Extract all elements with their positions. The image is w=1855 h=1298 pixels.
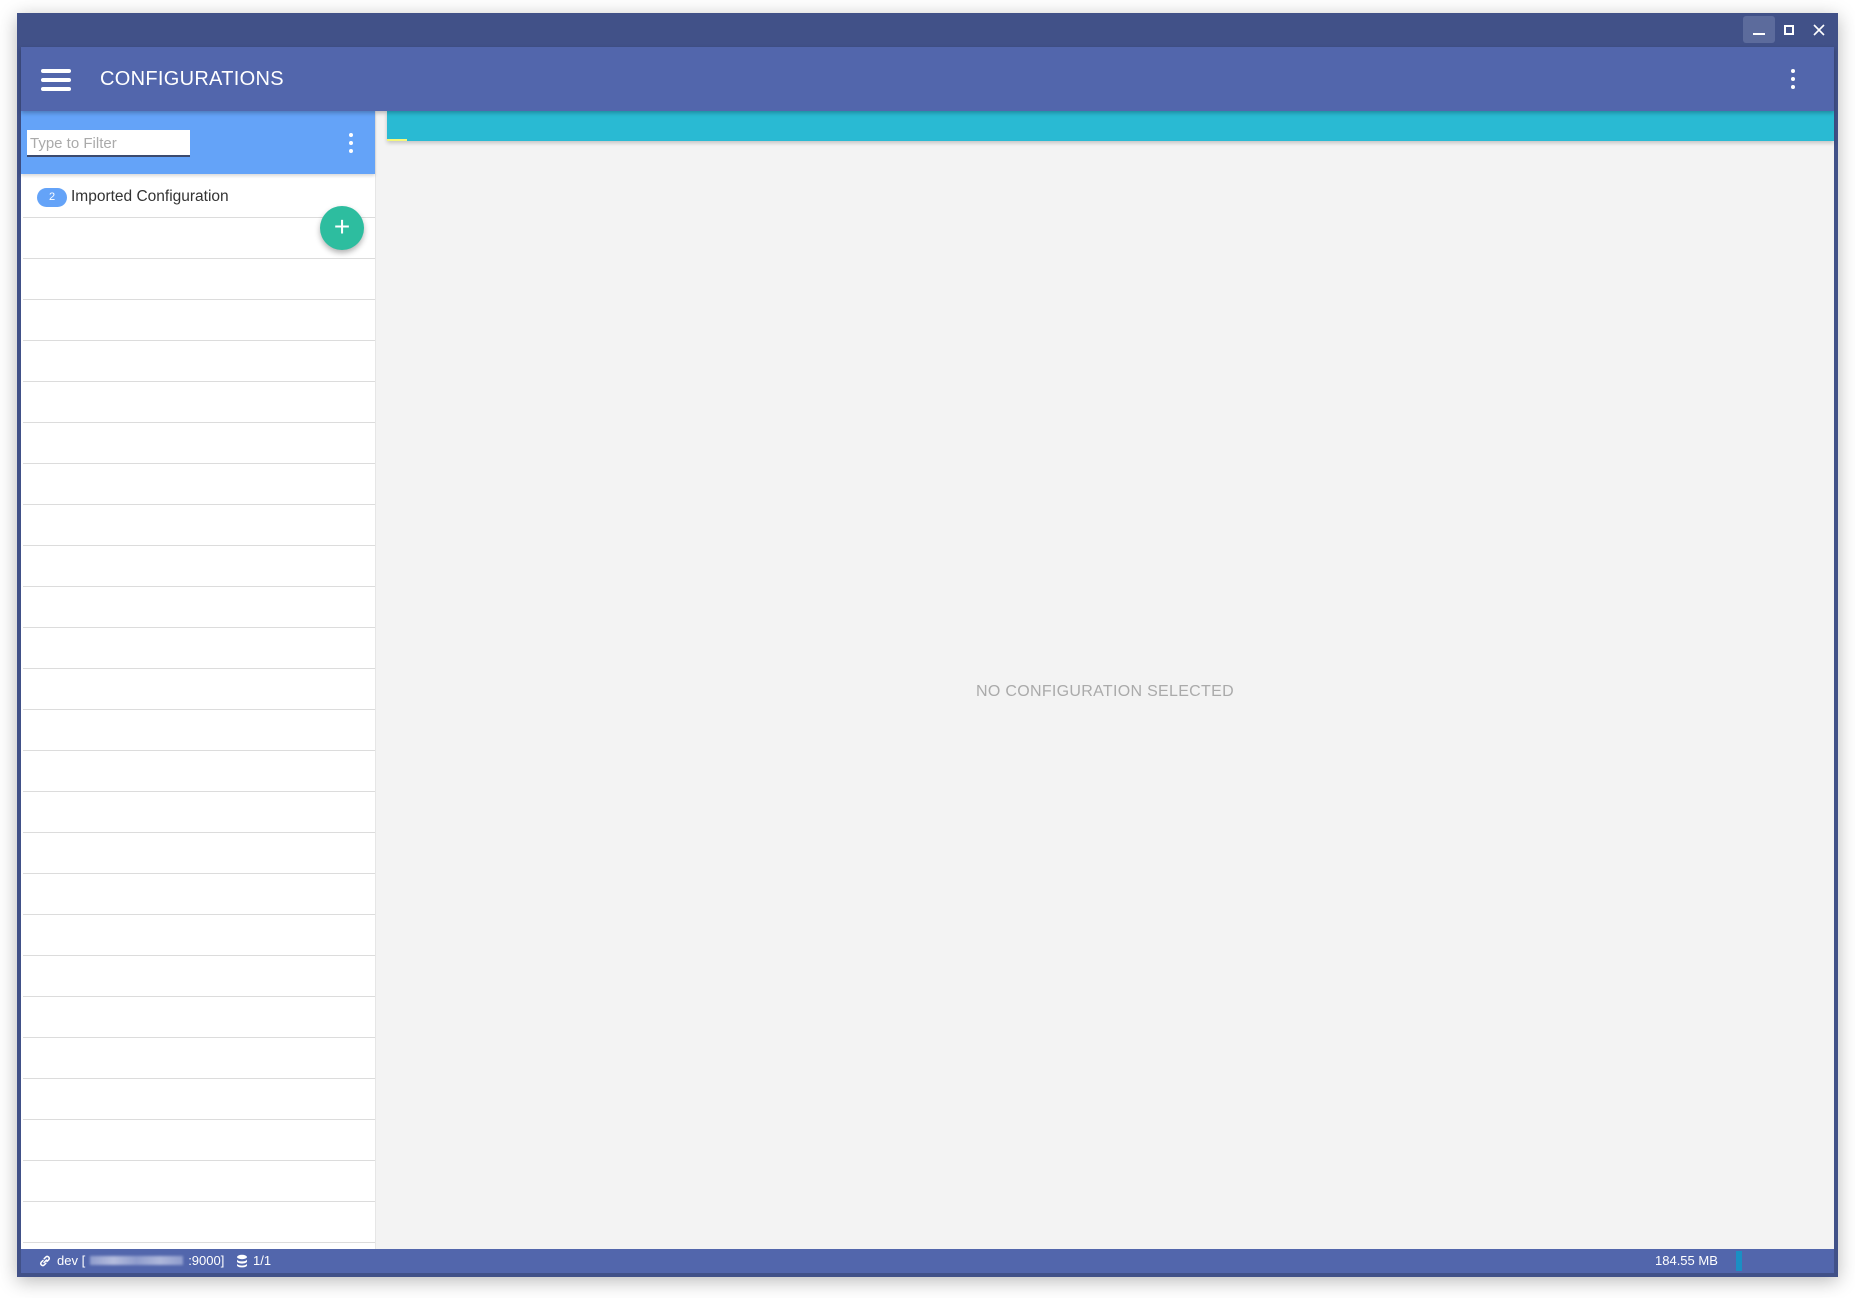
- content-toolbar: [387, 111, 1834, 141]
- empty-list-row: [23, 751, 375, 792]
- connection-status[interactable]: dev [ :9000]: [38, 1253, 224, 1268]
- empty-list-row: [23, 1120, 375, 1161]
- empty-list-row: [23, 997, 375, 1038]
- empty-list-row: [23, 505, 375, 546]
- memory-usage: 184.55 MB: [1655, 1253, 1718, 1268]
- maximize-button[interactable]: [1773, 16, 1805, 43]
- maximize-icon: [1784, 24, 1794, 35]
- minimize-button[interactable]: [1743, 16, 1775, 43]
- app-bar: CONFIGURATIONS: [21, 47, 1834, 111]
- list-item[interactable]: 2 Imported Configuration: [23, 177, 375, 218]
- sidebar-header: [21, 111, 375, 174]
- configuration-list: 2 Imported Configuration: [21, 177, 375, 1243]
- redacted-host: [90, 1256, 184, 1265]
- empty-list-row: [23, 382, 375, 423]
- status-bar: dev [ :9000] 1/1 184.55 MB: [21, 1249, 1834, 1273]
- connection-prefix: dev [: [57, 1253, 86, 1268]
- tab-indicator: [387, 139, 407, 141]
- empty-list-row: [23, 833, 375, 874]
- filter-input[interactable]: [27, 130, 190, 157]
- close-icon: [1813, 23, 1825, 36]
- empty-list-row: [23, 956, 375, 997]
- empty-list-row: [23, 1038, 375, 1079]
- empty-list-row: [23, 300, 375, 341]
- empty-list-row: [23, 874, 375, 915]
- main-content: NO CONFIGURATION SELECTED: [376, 111, 1834, 1249]
- empty-list-row: [23, 587, 375, 628]
- hamburger-menu-icon[interactable]: [41, 69, 71, 92]
- empty-list-row: [23, 792, 375, 833]
- plus-icon: +: [333, 211, 351, 242]
- empty-list-row: [23, 628, 375, 669]
- more-vertical-icon[interactable]: [1790, 69, 1796, 89]
- empty-list-row: [23, 423, 375, 464]
- minimize-icon: [1753, 33, 1765, 35]
- empty-list-row: [23, 669, 375, 710]
- empty-list-row: [23, 1161, 375, 1202]
- sidebar-more-icon[interactable]: [348, 133, 354, 153]
- empty-list-row: [23, 464, 375, 505]
- list-item-label: Imported Configuration: [71, 188, 229, 205]
- empty-list-row: [23, 1202, 375, 1243]
- page-title: CONFIGURATIONS: [100, 68, 284, 90]
- empty-list-row: [23, 915, 375, 956]
- database-count: 1/1: [253, 1253, 272, 1268]
- empty-list-row: [23, 341, 375, 382]
- add-configuration-button[interactable]: +: [320, 206, 364, 250]
- database-icon: [237, 1254, 247, 1267]
- empty-list-row: [23, 1079, 375, 1120]
- empty-state-message: NO CONFIGURATION SELECTED: [976, 683, 1234, 700]
- connection-suffix: :9000]: [188, 1253, 225, 1268]
- memory-usage-bar: [1736, 1251, 1742, 1271]
- empty-list-row: [23, 546, 375, 587]
- app-window: CONFIGURATIONS 2 Imported Configuration …: [17, 13, 1838, 1277]
- title-bar: [17, 13, 1838, 47]
- empty-list-row: [23, 259, 375, 300]
- link-icon: [40, 1255, 50, 1266]
- empty-list-row: [23, 710, 375, 751]
- configurations-sidebar: 2 Imported Configuration +: [21, 111, 376, 1249]
- count-badge: 2: [37, 187, 67, 207]
- close-button[interactable]: [1803, 16, 1835, 43]
- database-status: 1/1: [236, 1253, 271, 1268]
